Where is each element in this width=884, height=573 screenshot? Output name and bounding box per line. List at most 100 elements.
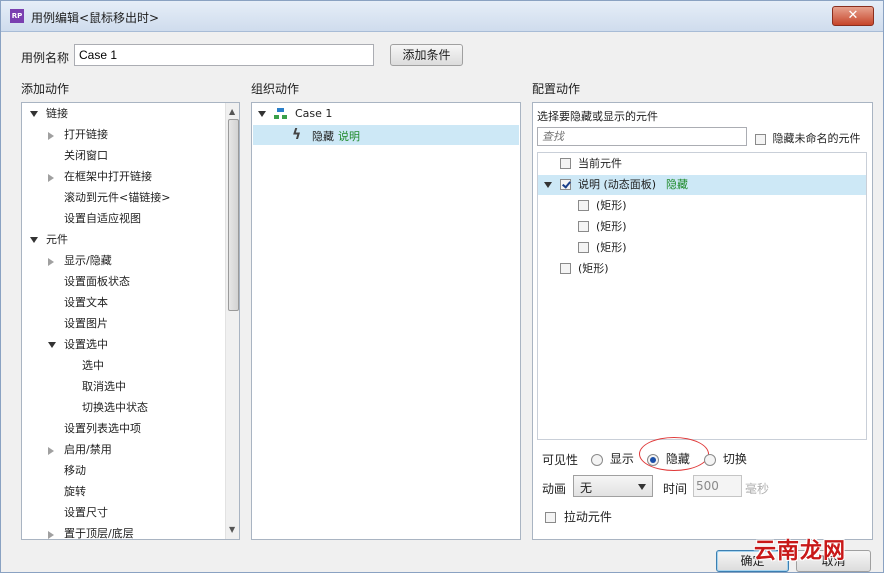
scroll-down-icon[interactable]: ▼ (229, 525, 235, 534)
case-label: Case 1 (295, 107, 333, 120)
visibility-show-label: 显示 (609, 452, 634, 466)
add-action-label: 移动 (64, 464, 86, 477)
hide-unnamed-label: 隐藏未命名的元件 (772, 132, 861, 145)
drag-widget-label: 拉动元件 (563, 510, 612, 524)
axure-rp-icon: RP (10, 9, 24, 23)
add-action-label: 启用/禁用 (64, 443, 112, 456)
visibility-toggle-label: 切换 (722, 452, 747, 466)
widget-label: (矩形) (596, 220, 627, 233)
add-actions-tree: 链接打开链接关闭窗口在框架中打开链接滚动到元件<锚链接> 设置自适应视图元件显示/… (21, 102, 240, 540)
add-action-label: 设置自适应视图 (64, 212, 141, 225)
add-action-label: 置于顶层/底层 (64, 527, 134, 540)
widget-tree: 当前元件说明 (动态面板) 隐藏 (矩形) (矩形) (矩形) (矩形) (537, 152, 867, 440)
add-action-label: 选中 (82, 359, 104, 372)
widget-checkbox[interactable] (578, 242, 589, 253)
widget-label: 说明 (动态面板) (578, 178, 657, 191)
watermark: 云南龙网 (754, 539, 847, 564)
collapsed-icon[interactable] (48, 258, 54, 266)
add-action-label: 设置图片 (64, 317, 108, 330)
highlight-circle (639, 437, 709, 471)
widget-row[interactable]: 当前元件 (538, 154, 866, 174)
time-input[interactable]: 500 (693, 475, 742, 497)
widget-row[interactable]: (矩形) (538, 238, 866, 258)
add-actions-scrollbar[interactable]: ▲ ▼ (225, 103, 239, 539)
drag-widget-checkbox[interactable] (545, 512, 556, 523)
widget-search-input[interactable] (537, 127, 747, 146)
collapsed-icon[interactable] (48, 132, 54, 140)
window-title: 用例编辑<鼠标移出时> (31, 11, 160, 25)
animation-value: 无 (580, 481, 593, 495)
add-action-label: 滚动到元件<锚链接> (64, 191, 171, 204)
widget-row[interactable]: (矩形) (538, 217, 866, 237)
case-name-label: 用例名称 (21, 51, 70, 65)
widget-checkbox[interactable] (560, 179, 571, 190)
expand-icon[interactable] (258, 111, 266, 117)
add-action-label: 设置文本 (64, 296, 108, 309)
select-widgets-label: 选择要隐藏或显示的元件 (537, 110, 658, 123)
time-label: 时间 (663, 482, 688, 496)
action-target: 说明 (338, 130, 360, 143)
scroll-up-icon[interactable]: ▲ (229, 107, 235, 116)
expand-icon[interactable] (30, 237, 38, 243)
add-action-label: 链接 (46, 107, 68, 120)
widget-row[interactable]: (矩形) (538, 196, 866, 216)
use-case-editor-dialog: RP 用例编辑<鼠标移出时> ✕ 用例名称 添加条件 添加动作 链接打开链接关闭… (0, 0, 884, 573)
collapsed-icon[interactable] (48, 531, 54, 539)
organize-actions-header: 组织动作 (251, 82, 300, 96)
widget-row[interactable]: 说明 (动态面板) 隐藏 (538, 175, 866, 195)
add-action-label: 显示/隐藏 (64, 254, 112, 267)
time-unit: 毫秒 (745, 482, 770, 496)
add-action-label: 元件 (46, 233, 68, 246)
action-verb: 隐藏 (312, 130, 334, 143)
visibility-toggle-option[interactable]: 切换 (704, 450, 747, 467)
add-condition-button[interactable]: 添加条件 (390, 44, 463, 66)
expand-icon[interactable] (48, 342, 56, 348)
organize-actions-tree: Case 1 ϟ 隐藏 说明 (251, 102, 521, 540)
case-name-input[interactable] (74, 44, 374, 66)
visibility-show-radio[interactable] (591, 453, 603, 466)
widget-label: (矩形) (578, 262, 609, 275)
drag-widget-option[interactable]: 拉动元件 (545, 508, 612, 525)
hide-unnamed-checkbox[interactable] (755, 133, 766, 145)
add-action-label: 打开链接 (64, 128, 108, 141)
add-action-label: 设置列表选中项 (64, 422, 141, 435)
visibility-toggle-radio[interactable] (704, 453, 716, 466)
expand-icon[interactable] (544, 182, 552, 188)
add-action-label: 取消选中 (82, 380, 126, 393)
widget-checkbox[interactable] (578, 221, 589, 232)
add-action-label: 设置尺寸 (64, 506, 108, 519)
widget-label: 当前元件 (578, 157, 622, 170)
configure-actions-header: 配置动作 (532, 82, 581, 96)
scroll-thumb[interactable] (228, 119, 239, 311)
close-button[interactable]: ✕ (832, 6, 874, 26)
expand-icon[interactable] (30, 111, 38, 117)
animation-select[interactable]: 无 (573, 475, 653, 497)
widget-checkbox[interactable] (560, 158, 571, 169)
widget-row[interactable]: (矩形) (538, 259, 866, 279)
visibility-show-option[interactable]: 显示 (591, 450, 634, 467)
visibility-label: 可见性 (542, 453, 579, 467)
widget-label: (矩形) (596, 199, 627, 212)
widget-checkbox[interactable] (578, 200, 589, 211)
lightning-icon: ϟ (292, 127, 302, 143)
case-row[interactable]: Case 1 (258, 104, 332, 124)
add-action-label: 设置面板状态 (64, 275, 130, 288)
add-action-label: 在框架中打开链接 (64, 170, 152, 183)
widget-status: 隐藏 (666, 178, 688, 191)
add-action-label: 旋转 (64, 485, 86, 498)
hide-unnamed-toggle[interactable]: 隐藏未命名的元件 (755, 130, 861, 146)
case-icon (273, 108, 288, 120)
chevron-down-icon (638, 484, 646, 490)
widget-label: (矩形) (596, 241, 627, 254)
collapsed-icon[interactable] (48, 447, 54, 455)
collapsed-icon[interactable] (48, 174, 54, 182)
add-action-label: 切换选中状态 (82, 401, 148, 414)
add-actions-header: 添加动作 (21, 82, 70, 96)
add-action-label: 设置选中 (64, 338, 108, 351)
configure-actions-panel: 选择要隐藏或显示的元件 隐藏未命名的元件 当前元件说明 (动态面板) 隐藏 (矩形)… (532, 102, 873, 540)
action-row-selected[interactable]: ϟ 隐藏 说明 (253, 125, 519, 145)
title-bar: RP 用例编辑<鼠标移出时> ✕ (1, 1, 883, 32)
animation-label: 动画 (542, 482, 567, 496)
widget-checkbox[interactable] (560, 263, 571, 274)
add-action-label: 关闭窗口 (64, 149, 108, 162)
